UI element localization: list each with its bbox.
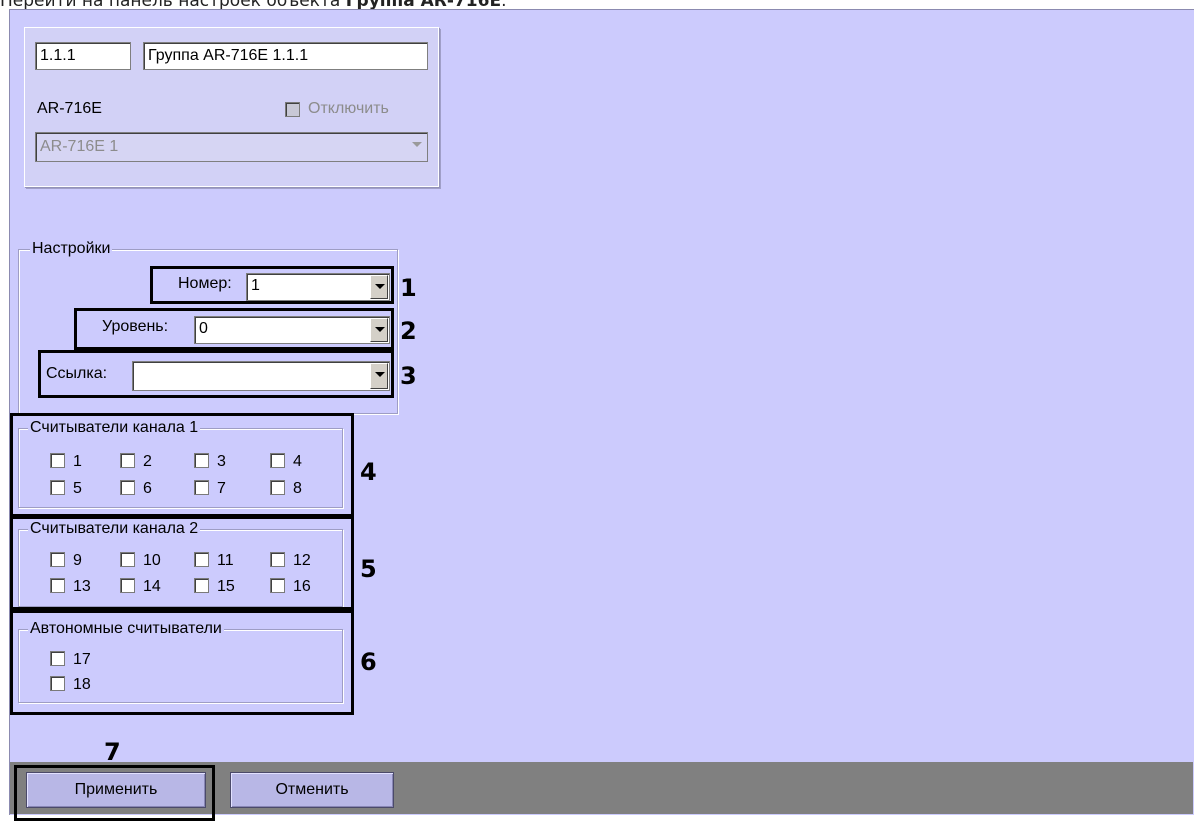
settings-group-title: Настройки: [30, 240, 113, 258]
object-id-field[interactable]: 1.1.1: [35, 42, 131, 70]
parent-device-select[interactable]: AR-716E 1: [35, 132, 428, 162]
highlight-frame-2: [74, 308, 394, 350]
highlight-frame-7: [14, 765, 215, 821]
highlight-frame-6: [10, 610, 354, 715]
highlight-frame-3: [38, 350, 394, 398]
callout-2: 2: [400, 317, 417, 345]
disable-checkbox[interactable]: [285, 102, 300, 117]
chevron-down-icon[interactable]: [408, 134, 426, 160]
object-type-label: AR-716E: [37, 100, 102, 117]
callout-6: 6: [360, 648, 377, 676]
highlight-frame-1: [150, 266, 394, 304]
settings-panel: 1.1.1 Группа AR-716E 1.1.1 AR-716E Отклю…: [9, 9, 1194, 815]
object-name-field[interactable]: Группа AR-716E 1.1.1: [143, 42, 428, 70]
callout-5: 5: [360, 555, 377, 583]
object-header-box: 1.1.1 Группа AR-716E 1.1.1 AR-716E Отклю…: [24, 27, 439, 187]
cancel-button[interactable]: Отменить: [230, 772, 394, 808]
callout-3: 3: [400, 362, 417, 390]
highlight-frame-4: [10, 413, 354, 517]
callout-4: 4: [360, 458, 377, 486]
parent-device-value: AR-716E 1: [40, 138, 119, 155]
disable-label: Отключить: [308, 100, 389, 117]
callout-1: 1: [400, 274, 417, 302]
highlight-frame-5: [10, 516, 354, 610]
